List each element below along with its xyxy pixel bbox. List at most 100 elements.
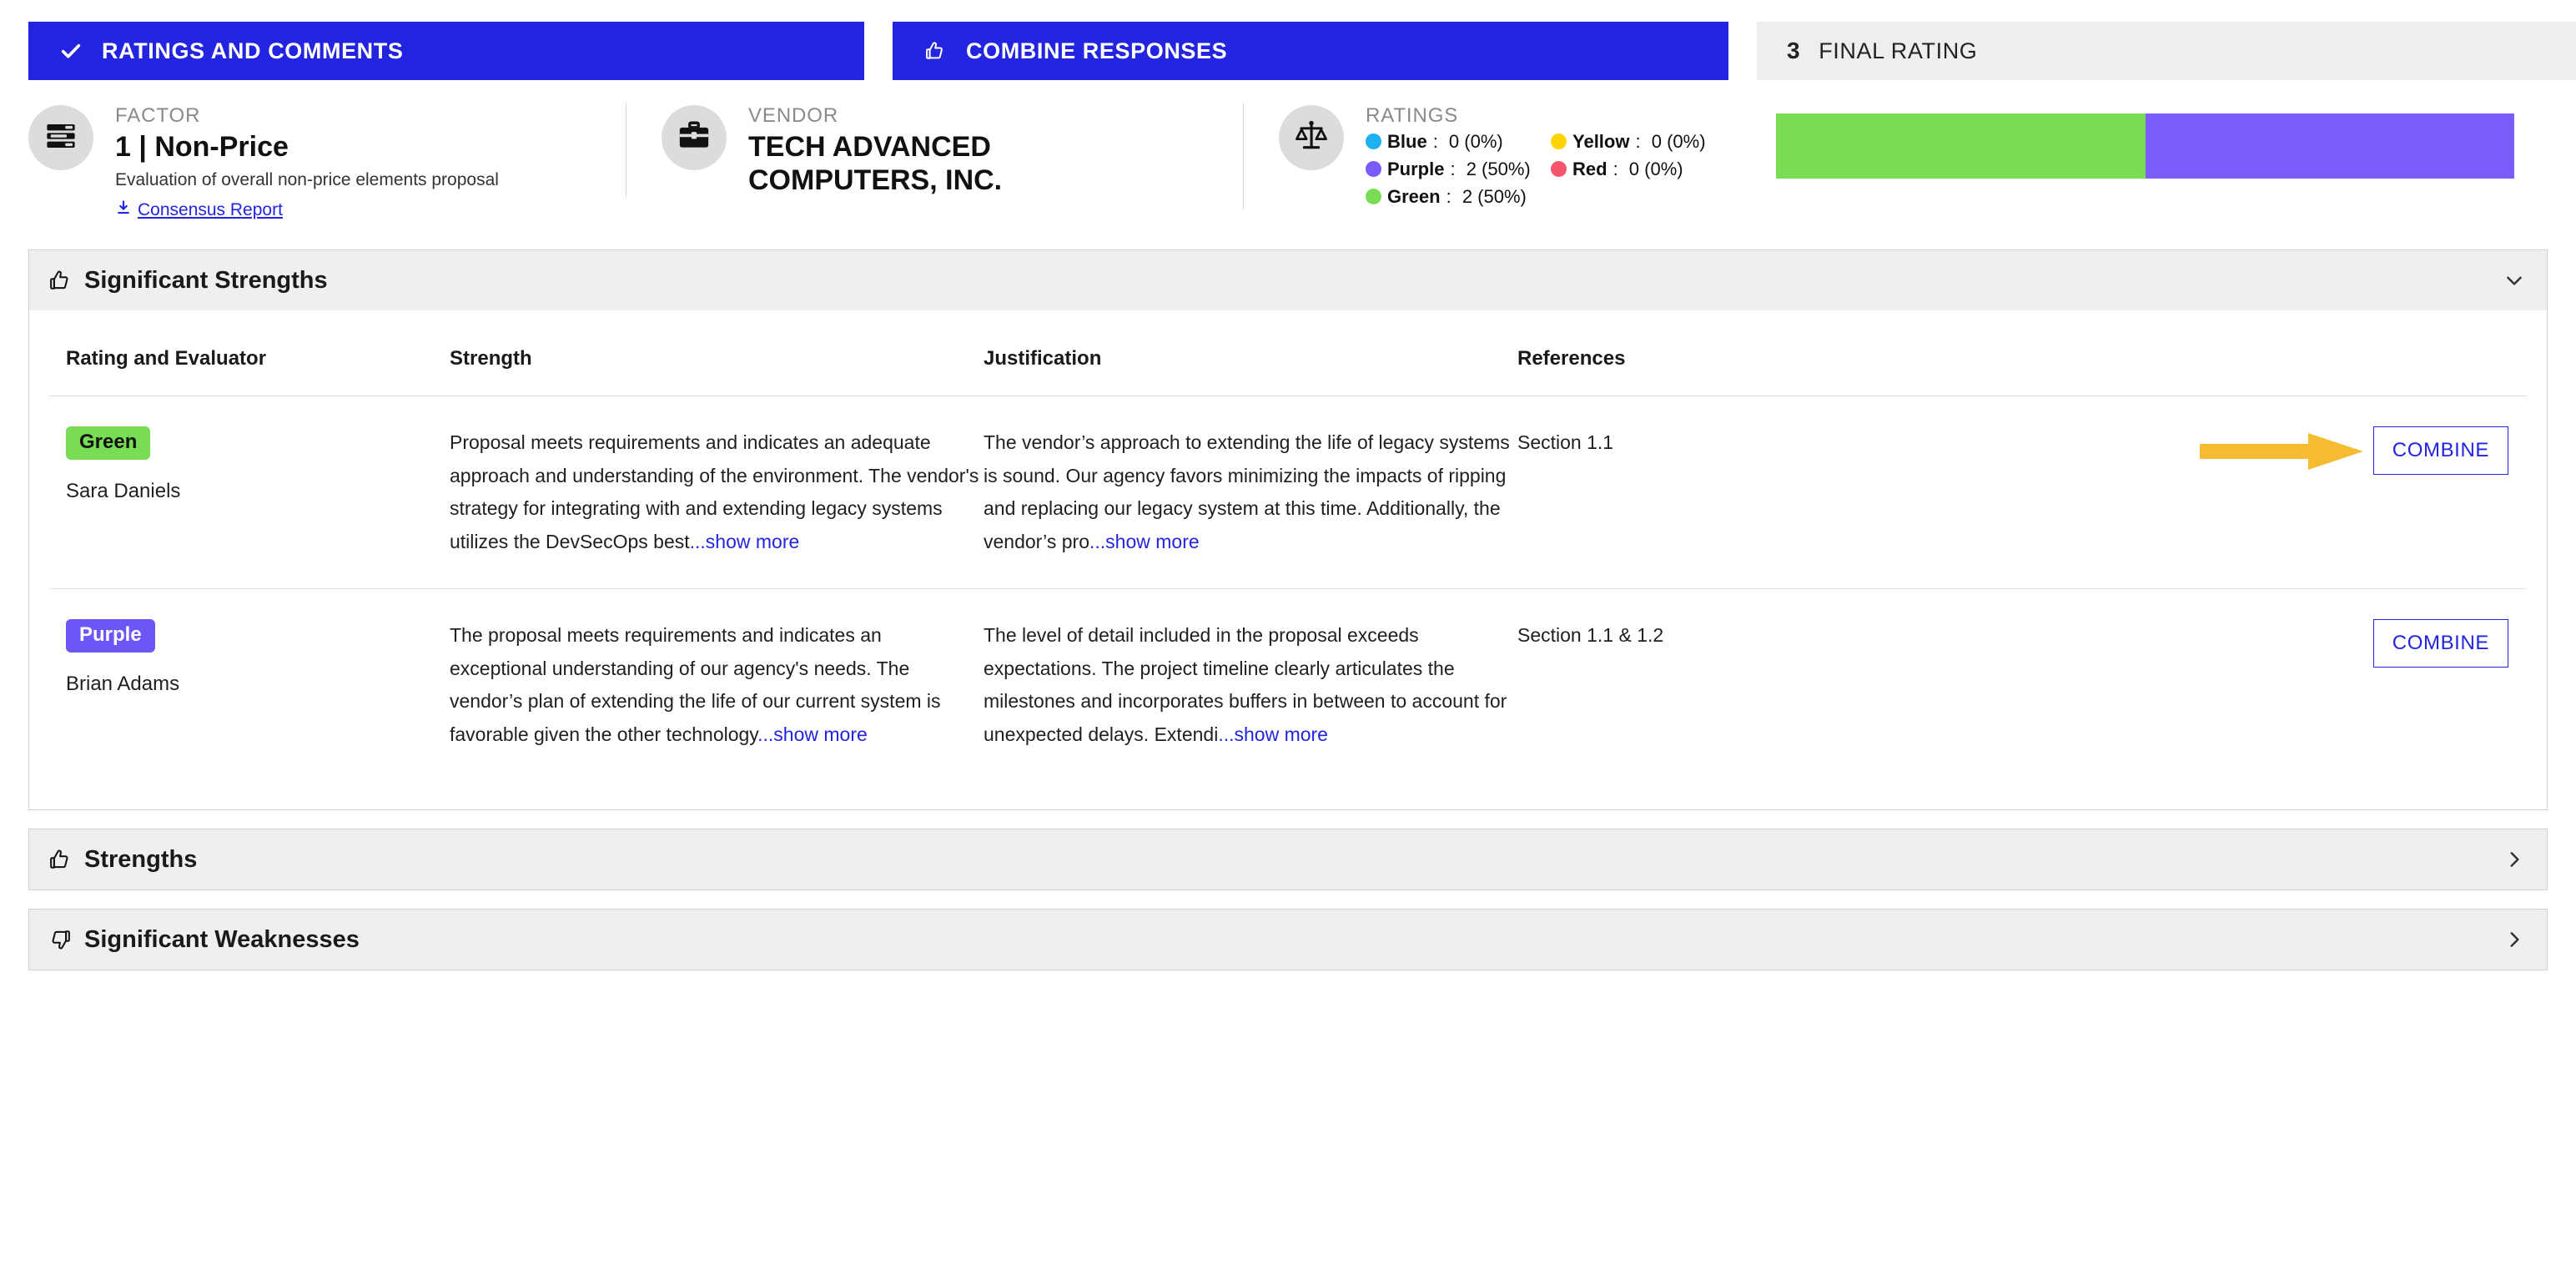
- scales-icon: [1293, 118, 1330, 159]
- thumbs-up-icon: [48, 268, 73, 293]
- vendor-avatar: [662, 105, 727, 170]
- legend-value-blue: 0 (0%): [1448, 131, 1503, 152]
- legend-value-yellow: 0 (0%): [1651, 131, 1706, 152]
- legend-label-blue: Blue: [1387, 131, 1427, 152]
- legend-item-purple: Purple: 2 (50%): [1366, 157, 1551, 182]
- factor-text: FACTOR 1 | Non-Price Evaluation of overa…: [115, 103, 499, 221]
- vendor-label: VENDOR: [748, 104, 839, 127]
- legend-item-red: Red: 0 (0%): [1551, 157, 1743, 182]
- legend-value-green: 2 (50%): [1462, 185, 1527, 207]
- tab-ratings-and-comments[interactable]: RATINGS AND COMMENTS: [28, 22, 864, 80]
- show-more-link-strength[interactable]: ...show more: [757, 723, 868, 745]
- cell-references: Section 1.1 & 1.2: [1517, 589, 2051, 782]
- legend-dot-blue: [1366, 134, 1381, 150]
- ratings-legend-wrap: RATINGS Blue: 0 (0%) Yellow: 0 (0%) Purp…: [1366, 103, 1743, 209]
- column-header-strength: Strength: [450, 310, 984, 397]
- legend-dot-green: [1366, 189, 1381, 205]
- panel-significant-weaknesses: Significant Weaknesses: [28, 909, 2548, 971]
- factor-avatar: [28, 105, 93, 170]
- tab-number: 3: [1787, 38, 1801, 63]
- panel-strengths: Strengths: [28, 829, 2548, 891]
- table-row: Purple Brian Adams The proposal meets re…: [49, 589, 2527, 782]
- evaluator-name: Sara Daniels: [66, 480, 181, 503]
- references-text: Section 1.1 & 1.2: [1517, 624, 1664, 647]
- cell-actions: COMBINE: [2051, 589, 2527, 782]
- evaluator-name: Brian Adams: [66, 673, 180, 696]
- check-icon: [58, 38, 83, 63]
- briefcase-icon: [677, 118, 712, 158]
- strengths-table: Rating and Evaluator Strength Justificat…: [49, 310, 2527, 781]
- vendor-text: VENDOR TECH ADVANCED COMPUTERS, INC.: [748, 103, 1182, 197]
- consensus-report-link[interactable]: Consensus Report: [115, 199, 283, 221]
- legend-label-yellow: Yellow: [1572, 131, 1630, 152]
- table-header-row: Rating and Evaluator Strength Justificat…: [49, 310, 2527, 397]
- column-header-actions: [2051, 310, 2527, 397]
- consensus-report-label: Consensus Report: [138, 200, 283, 220]
- panel-list: Significant Strengths Rating and Evaluat…: [0, 238, 2576, 971]
- status-badge: Purple: [66, 619, 155, 653]
- annotation-arrow: [2200, 433, 2363, 471]
- panel-title: Significant Strengths: [84, 266, 328, 294]
- ratings-block: RATINGS Blue: 0 (0%) Yellow: 0 (0%) Purp…: [1243, 103, 2548, 209]
- combine-button[interactable]: COMBINE: [2372, 426, 2508, 476]
- column-header-rating-evaluator: Rating and Evaluator: [49, 310, 450, 397]
- legend-value-purple: 2 (50%): [1466, 158, 1531, 179]
- column-header-references: References: [1517, 310, 2051, 397]
- cell-strength: The proposal meets requirements and indi…: [450, 589, 984, 782]
- vendor-block: VENDOR TECH ADVANCED COMPUTERS, INC.: [626, 103, 1243, 198]
- cell-justification: The vendor’s approach to extending the l…: [984, 396, 1517, 590]
- thumbs-up-icon: [923, 38, 948, 63]
- factor-block: FACTOR 1 | Non-Price Evaluation of overa…: [28, 103, 626, 221]
- panel-header-significant-strengths[interactable]: Significant Strengths: [29, 250, 2547, 311]
- show-more-link-strength[interactable]: ...show more: [690, 531, 800, 552]
- panel-header-significant-weaknesses[interactable]: Significant Weaknesses: [29, 910, 2547, 970]
- tab-label: RATINGS AND COMMENTS: [102, 38, 404, 63]
- legend-dot-red: [1551, 161, 1567, 178]
- download-icon: [115, 199, 132, 221]
- cell-rating-evaluator: Purple Brian Adams: [49, 589, 450, 782]
- ratings-legend: Blue: 0 (0%) Yellow: 0 (0%) Purple: 2 (5…: [1366, 129, 1743, 209]
- show-more-link-justification[interactable]: ...show more: [1218, 723, 1328, 745]
- references-text: Section 1.1: [1517, 431, 1614, 454]
- panel-significant-strengths: Significant Strengths Rating and Evaluat…: [28, 249, 2548, 811]
- bar-segment-purple: [2145, 113, 2514, 179]
- bar-segment-green: [1776, 113, 2146, 179]
- tab-label: COMBINE RESPONSES: [966, 38, 1228, 63]
- table-row: Green Sara Daniels Proposal meets requir…: [49, 396, 2527, 590]
- cell-strength: Proposal meets requirements and indicate…: [450, 396, 984, 590]
- chevron-right-icon[interactable]: [2503, 849, 2525, 870]
- chevron-right-icon[interactable]: [2503, 929, 2525, 950]
- summary-strip: FACTOR 1 | Non-Price Evaluation of overa…: [0, 80, 2576, 238]
- ratings-avatar: [1279, 105, 1344, 170]
- list-bars-icon: [43, 118, 78, 158]
- thumbs-down-icon: [48, 927, 73, 952]
- panel-body-significant-strengths: Rating and Evaluator Strength Justificat…: [29, 310, 2547, 810]
- legend-dot-purple: [1366, 161, 1381, 178]
- legend-label-red: Red: [1572, 158, 1607, 179]
- factor-label: FACTOR: [115, 104, 201, 127]
- tab-final-rating[interactable]: 3 FINAL RATING: [1757, 22, 2576, 80]
- status-badge: Green: [66, 426, 151, 461]
- legend-item-blue: Blue: 0 (0%): [1366, 129, 1551, 154]
- legend-label-purple: Purple: [1387, 158, 1445, 179]
- chevron-down-icon[interactable]: [2503, 270, 2525, 291]
- ratings-distribution-bar: [1776, 113, 2514, 179]
- legend-value-red: 0 (0%): [1628, 158, 1683, 179]
- tab-bar: RATINGS AND COMMENTS COMBINE RESPONSES 3…: [0, 0, 2576, 80]
- cell-rating-evaluator: Green Sara Daniels: [49, 396, 450, 590]
- legend-label-green: Green: [1387, 185, 1441, 207]
- thumbs-up-icon: [48, 847, 73, 872]
- show-more-link-justification[interactable]: ...show more: [1089, 531, 1200, 552]
- tab-combine-responses[interactable]: COMBINE RESPONSES: [893, 22, 1728, 80]
- column-header-justification: Justification: [984, 310, 1517, 397]
- combine-button[interactable]: COMBINE: [2372, 619, 2508, 668]
- justification-text: The vendor’s approach to extending the l…: [984, 431, 1510, 552]
- cell-justification: The level of detail included in the prop…: [984, 589, 1517, 782]
- factor-title: 1 | Non-Price: [115, 131, 289, 163]
- panel-header-strengths[interactable]: Strengths: [29, 829, 2547, 890]
- vendor-title: TECH ADVANCED COMPUTERS, INC.: [748, 131, 1003, 197]
- panel-title: Strengths: [84, 845, 198, 873]
- tab-label: FINAL RATING: [1819, 38, 1978, 63]
- legend-item-green: Green: 2 (50%): [1366, 184, 1551, 209]
- legend-item-yellow: Yellow: 0 (0%): [1551, 129, 1743, 154]
